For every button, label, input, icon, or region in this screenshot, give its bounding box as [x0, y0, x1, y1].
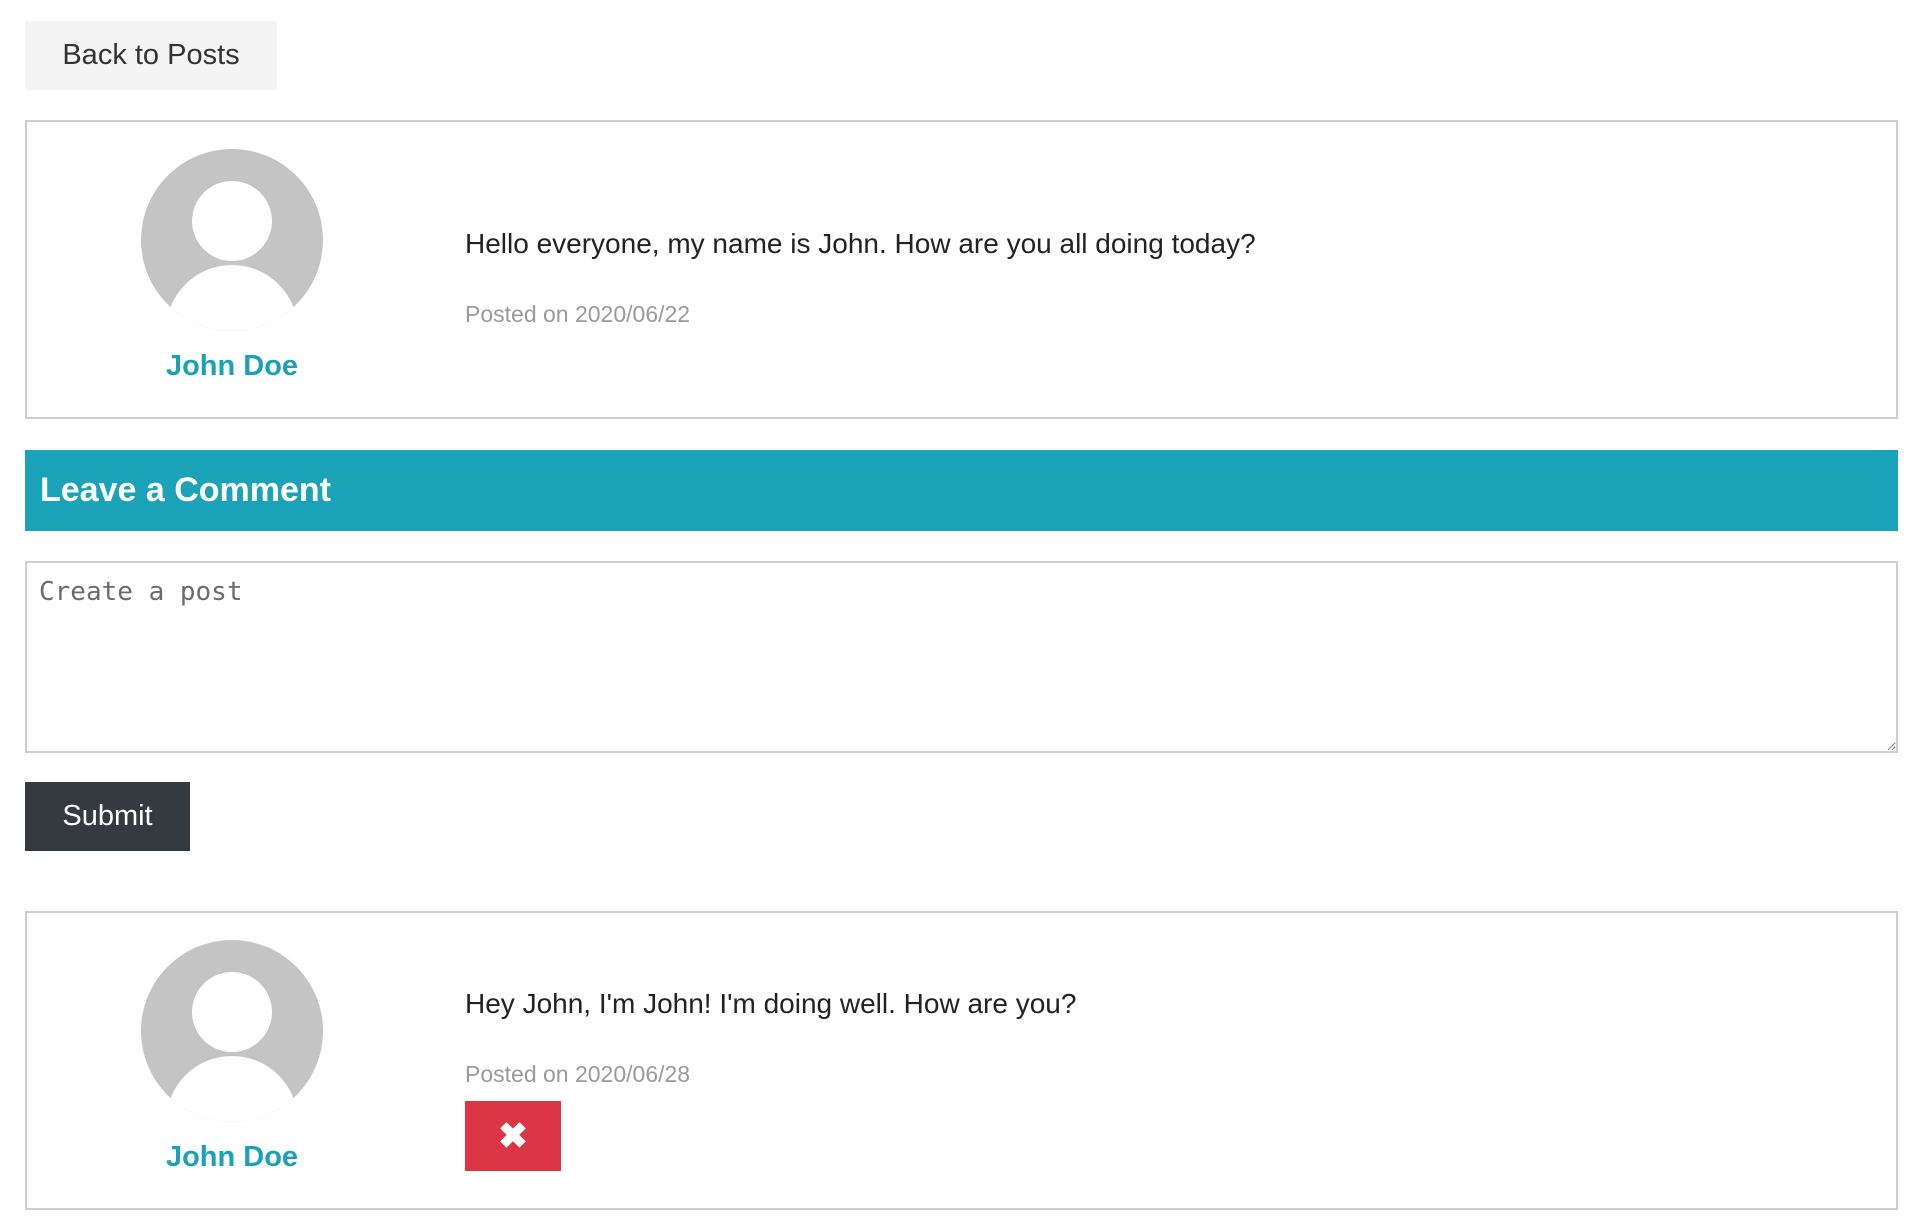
submit-button[interactable]: Submit [25, 782, 190, 851]
post-date: Posted on 2020/06/22 [465, 301, 691, 327]
post-card: John Doe Hello everyone, my name is John… [25, 120, 1898, 419]
avatar-body [166, 1056, 298, 1122]
avatar-head [192, 181, 272, 261]
post-detail-page: Back to Posts John Doe Hello everyone, m… [0, 0, 1912, 1228]
comment-card: John Doe Hey John, I'm John! I'm doing w… [25, 911, 1898, 1210]
avatar [141, 149, 323, 331]
back-to-posts-button[interactable]: Back to Posts [25, 21, 277, 90]
comment-date: Posted on 2020/06/28 [465, 1061, 691, 1087]
close-icon: ✖ [497, 1115, 529, 1156]
avatar-body [166, 265, 298, 331]
avatar [141, 940, 323, 1122]
post-message: Hello everyone, my name is John. How are… [465, 228, 1256, 259]
comment-message: Hey John, I'm John! I'm doing well. How … [465, 988, 1077, 1019]
delete-comment-button[interactable]: ✖ [465, 1101, 561, 1171]
leave-comment-header: Leave a Comment [25, 450, 1898, 531]
comment-author-link[interactable]: John Doe [87, 1141, 377, 1174]
post-author-link[interactable]: John Doe [87, 350, 377, 383]
avatar-head [192, 972, 272, 1052]
comment-textarea[interactable] [25, 561, 1898, 753]
